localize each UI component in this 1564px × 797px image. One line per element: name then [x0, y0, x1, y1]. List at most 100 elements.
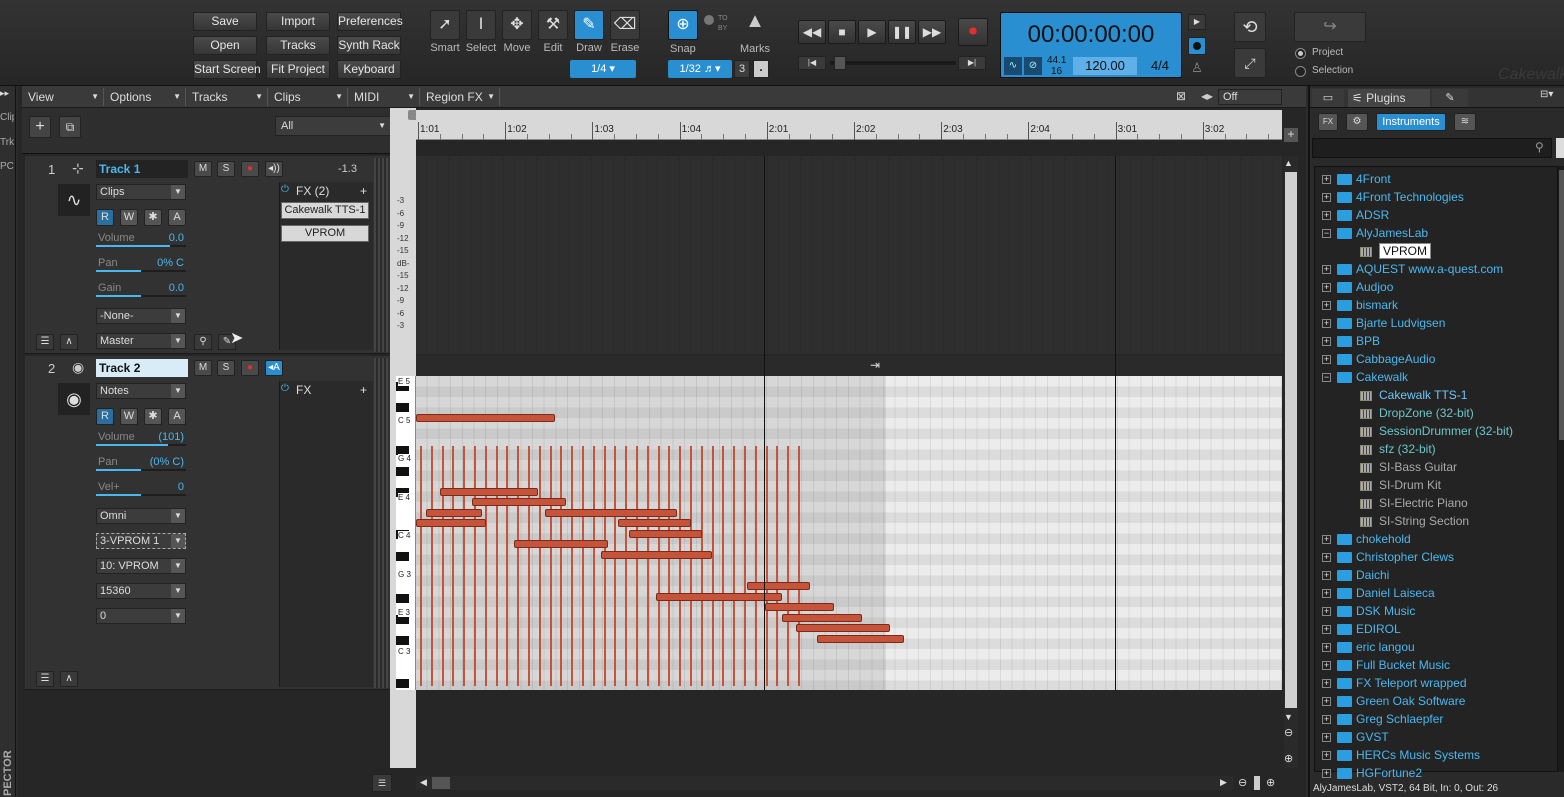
- track-2-bank-dropdown[interactable]: 15360 ▼: [96, 583, 186, 599]
- expand-icon[interactable]: +: [1322, 607, 1331, 617]
- note-velocity-line[interactable]: [744, 446, 746, 686]
- expand-icon[interactable]: +: [1322, 571, 1331, 581]
- note-velocity-line[interactable]: [625, 446, 628, 686]
- track-2-piano-roll[interactable]: [416, 376, 1282, 690]
- midi-note[interactable]: [513, 540, 608, 548]
- midi-note[interactable]: [795, 624, 890, 632]
- expand-icon[interactable]: +: [1322, 535, 1331, 545]
- expand-icon[interactable]: +: [1322, 265, 1331, 275]
- power-icon[interactable]: ⏻: [281, 383, 289, 394]
- expand-icon[interactable]: +: [1322, 589, 1331, 599]
- track-1-name[interactable]: Track 1: [96, 160, 188, 178]
- fx-item-tts1[interactable]: Cakewalk TTS-1: [281, 202, 369, 219]
- track-1-star-button[interactable]: ✱: [144, 209, 162, 226]
- tool-erase-button[interactable]: ⌫ Erase: [608, 10, 642, 54]
- plugin-folder[interactable]: + DSK Music: [1322, 602, 1415, 620]
- scroll-up-icon[interactable]: ▲: [1284, 158, 1293, 168]
- note-velocity-line[interactable]: [571, 446, 574, 686]
- vertical-scroll-thumb[interactable]: [1285, 172, 1297, 708]
- midi-note[interactable]: [416, 414, 556, 422]
- expand-icon[interactable]: +: [1322, 355, 1331, 365]
- expand-icon[interactable]: +: [1322, 661, 1331, 671]
- note-velocity-line[interactable]: [776, 446, 779, 686]
- plugin-folder[interactable]: + AQUEST www.a-quest.com: [1322, 260, 1503, 278]
- add-marker-button[interactable]: +: [1284, 128, 1298, 142]
- note-velocity-line[interactable]: [420, 446, 422, 686]
- inspector-tab-trk[interactable]: Trk: [0, 137, 14, 148]
- menu-view[interactable]: View ▼: [22, 88, 104, 106]
- track-1-write-button[interactable]: W: [120, 209, 138, 226]
- fx-item-vprom[interactable]: VPROM: [281, 225, 369, 242]
- media-tab[interactable]: ▭: [1312, 89, 1344, 107]
- zoom-in-vertical-icon[interactable]: ⊕: [1284, 752, 1293, 765]
- export-project-radio[interactable]: [1295, 48, 1306, 59]
- metronome-button[interactable]: ♙: [1188, 60, 1206, 78]
- toolbar-save-button[interactable]: Save: [193, 12, 257, 31]
- zoom-out-horizontal-icon[interactable]: ⊖: [1238, 776, 1247, 789]
- track-1-read-button[interactable]: R: [96, 209, 114, 226]
- track-2-name[interactable]: Track 2: [96, 359, 188, 377]
- tool-edit-button[interactable]: ⚒ Edit: [536, 10, 570, 54]
- toolbar-import-button[interactable]: Import: [266, 12, 330, 31]
- plugin-item[interactable]: DropZone (32-bit): [1360, 404, 1474, 422]
- plugin-folder[interactable]: + CabbageAudio: [1322, 350, 1435, 368]
- marks-button[interactable]: ▲: [738, 10, 772, 40]
- track-2-output-dropdown[interactable]: 3-VPROM 1 ▼: [96, 533, 186, 549]
- plugin-search-input[interactable]: [1312, 138, 1552, 158]
- loop-button[interactable]: ⟲: [1234, 12, 1266, 42]
- note-velocity-line[interactable]: [603, 446, 606, 686]
- note-velocity-line[interactable]: [506, 446, 509, 686]
- note-velocity-line[interactable]: [614, 446, 617, 686]
- snap-dotted-button[interactable]: .: [753, 60, 769, 78]
- time-display[interactable]: 00:00:00:00 ∿ ⊘ 44.1 16 120.00 4/4: [1000, 12, 1182, 78]
- midi-note[interactable]: [781, 613, 863, 622]
- track-1-sort-icon[interactable]: ☰: [36, 334, 54, 350]
- plugin-folder[interactable]: +4Front Technologies: [1322, 188, 1464, 206]
- note-velocity-line[interactable]: [441, 446, 444, 686]
- plugin-folder[interactable]: + bismark: [1322, 296, 1398, 314]
- snap-triplet-button[interactable]: 3: [734, 60, 750, 78]
- track-1-freeze-icon[interactable]: ⚲: [194, 334, 212, 350]
- expand-icon[interactable]: +: [1322, 211, 1331, 221]
- expand-icon[interactable]: +: [1322, 625, 1331, 635]
- zoom-in-horizontal-icon[interactable]: ⊕: [1266, 776, 1275, 789]
- midi-note[interactable]: [764, 603, 835, 611]
- toolbar-start-screen-button[interactable]: Start Screen: [193, 60, 261, 79]
- plugins-tab[interactable]: ⚟ Plugins: [1348, 89, 1430, 107]
- toolbar-keyboard-button[interactable]: Keyboard: [337, 60, 401, 79]
- instruments-filter-button[interactable]: Instruments: [1376, 113, 1446, 131]
- expand-icon[interactable]: +: [1322, 283, 1331, 293]
- note-velocity-line[interactable]: [463, 446, 466, 686]
- note-velocity-line[interactable]: [668, 446, 671, 686]
- plugin-folder[interactable]: + Full Bucket Music: [1322, 656, 1450, 674]
- plugin-folder[interactable]: + chokehold: [1322, 530, 1411, 548]
- timeline-ruler[interactable]: [416, 110, 1282, 140]
- toolbar-synth-rack-button[interactable]: Synth Rack: [337, 36, 401, 55]
- note-velocity-line[interactable]: [711, 446, 714, 686]
- piano-black-key[interactable]: [396, 403, 409, 413]
- export-selection-radio[interactable]: [1295, 66, 1306, 77]
- track-1-view-dropdown[interactable]: Clips ▼: [96, 184, 186, 200]
- plugin-folder[interactable]: + Christopher Clews: [1322, 548, 1454, 566]
- tool-draw-button[interactable]: ✎ Draw: [572, 10, 606, 54]
- note-velocity-line[interactable]: [517, 446, 520, 686]
- track-2-channel-dropdown[interactable]: 10: VPROM ▼: [96, 558, 186, 574]
- auto-punch-button[interactable]: [1188, 37, 1206, 55]
- note-velocity-line[interactable]: [549, 446, 552, 686]
- plugin-folder[interactable]: + Greg Schlaepfer: [1322, 710, 1443, 728]
- browser-options-icon[interactable]: ⊟▾: [1540, 89, 1553, 100]
- snap-button[interactable]: ⊕: [668, 10, 698, 40]
- plugin-folder[interactable]: + GVST: [1322, 728, 1389, 746]
- expand-icon[interactable]: +: [1322, 337, 1331, 347]
- expand-icon[interactable]: +: [1322, 751, 1331, 761]
- note-velocity-line[interactable]: [700, 446, 703, 686]
- plugin-folder[interactable]: + Bjarte Ludvigsen: [1322, 314, 1445, 332]
- track-1-output-dropdown[interactable]: Master ▼: [96, 333, 186, 349]
- snap-value-field[interactable]: 1/32 ♬▾: [668, 60, 732, 78]
- piano-black-key[interactable]: [396, 466, 409, 476]
- region-fx-filter-button[interactable]: ⚙: [1346, 113, 1368, 131]
- expand-icon[interactable]: +: [1322, 643, 1331, 653]
- track-2-write-button[interactable]: W: [120, 408, 138, 425]
- note-velocity-line[interactable]: [679, 446, 682, 686]
- note-velocity-line[interactable]: [754, 446, 757, 686]
